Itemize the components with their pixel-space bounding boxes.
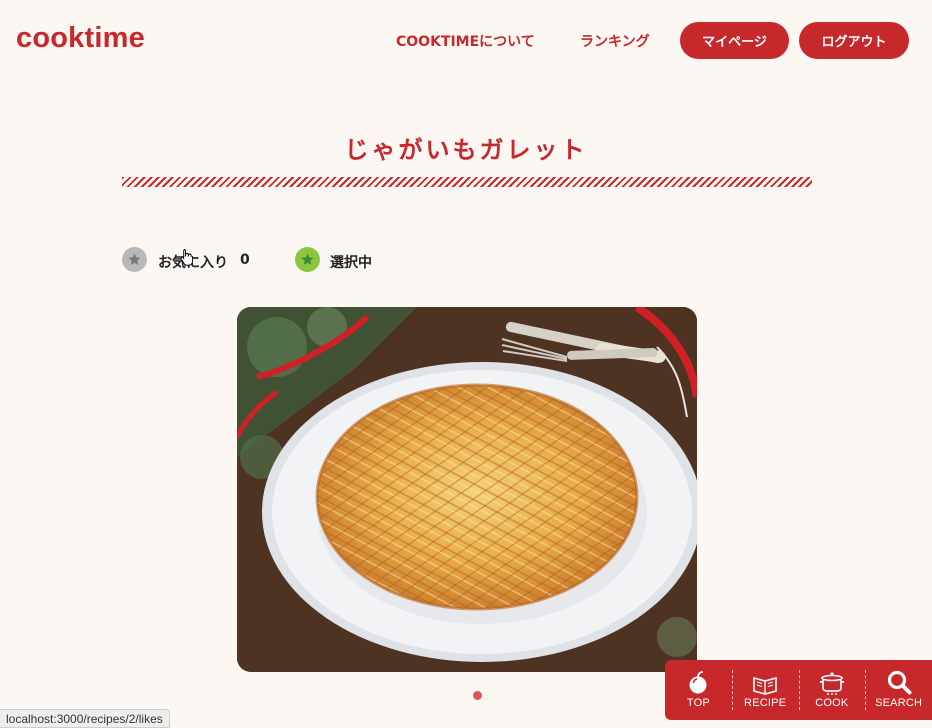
- carousel-dot[interactable]: [473, 691, 482, 700]
- bottom-nav-top-label: TOP: [686, 697, 710, 709]
- search-icon: [887, 670, 912, 695]
- star-icon: [301, 253, 314, 265]
- pot-icon: [819, 672, 844, 695]
- mypage-button[interactable]: マイページ: [680, 22, 789, 59]
- hand-cursor-icon: [180, 249, 194, 266]
- bottom-nav-search-label: SEARCH: [875, 697, 923, 709]
- bottom-nav: TOP RECIPE COOK SEARCH: [665, 660, 932, 720]
- favorite-star-button[interactable]: [122, 247, 147, 272]
- apple-icon: [689, 671, 707, 694]
- star-icon: [128, 253, 141, 265]
- bottom-nav-recipe-label: RECIPE: [744, 697, 787, 709]
- recipe-photo: [237, 307, 697, 672]
- selected-star-button[interactable]: [295, 247, 320, 272]
- site-header: cooktime COOKTIMEについて ランキング マイページ ログアウト: [0, 0, 932, 82]
- title-underline: [122, 177, 812, 187]
- selected-label: 選択中: [330, 255, 372, 271]
- site-logo[interactable]: cooktime: [16, 22, 145, 55]
- book-icon: [753, 676, 777, 695]
- recipe-title: じゃがいもガレット: [344, 136, 588, 164]
- browser-status-bar: localhost:3000/recipes/2/likes: [0, 709, 170, 728]
- galette-photo: [237, 307, 697, 672]
- nav-about-link[interactable]: COOKTIMEについて: [396, 31, 535, 51]
- logout-button[interactable]: ログアウト: [799, 22, 909, 59]
- bottom-nav-search[interactable]: SEARCH: [865, 660, 932, 720]
- nav-ranking-link[interactable]: ランキング: [580, 31, 650, 51]
- favorite-count: 0: [240, 252, 250, 268]
- bottom-nav-cook-label: COOK: [815, 697, 849, 709]
- bottom-nav-recipe[interactable]: RECIPE: [731, 660, 799, 720]
- bottom-nav-cook[interactable]: COOK: [798, 660, 866, 720]
- bottom-nav-top[interactable]: TOP: [665, 660, 732, 720]
